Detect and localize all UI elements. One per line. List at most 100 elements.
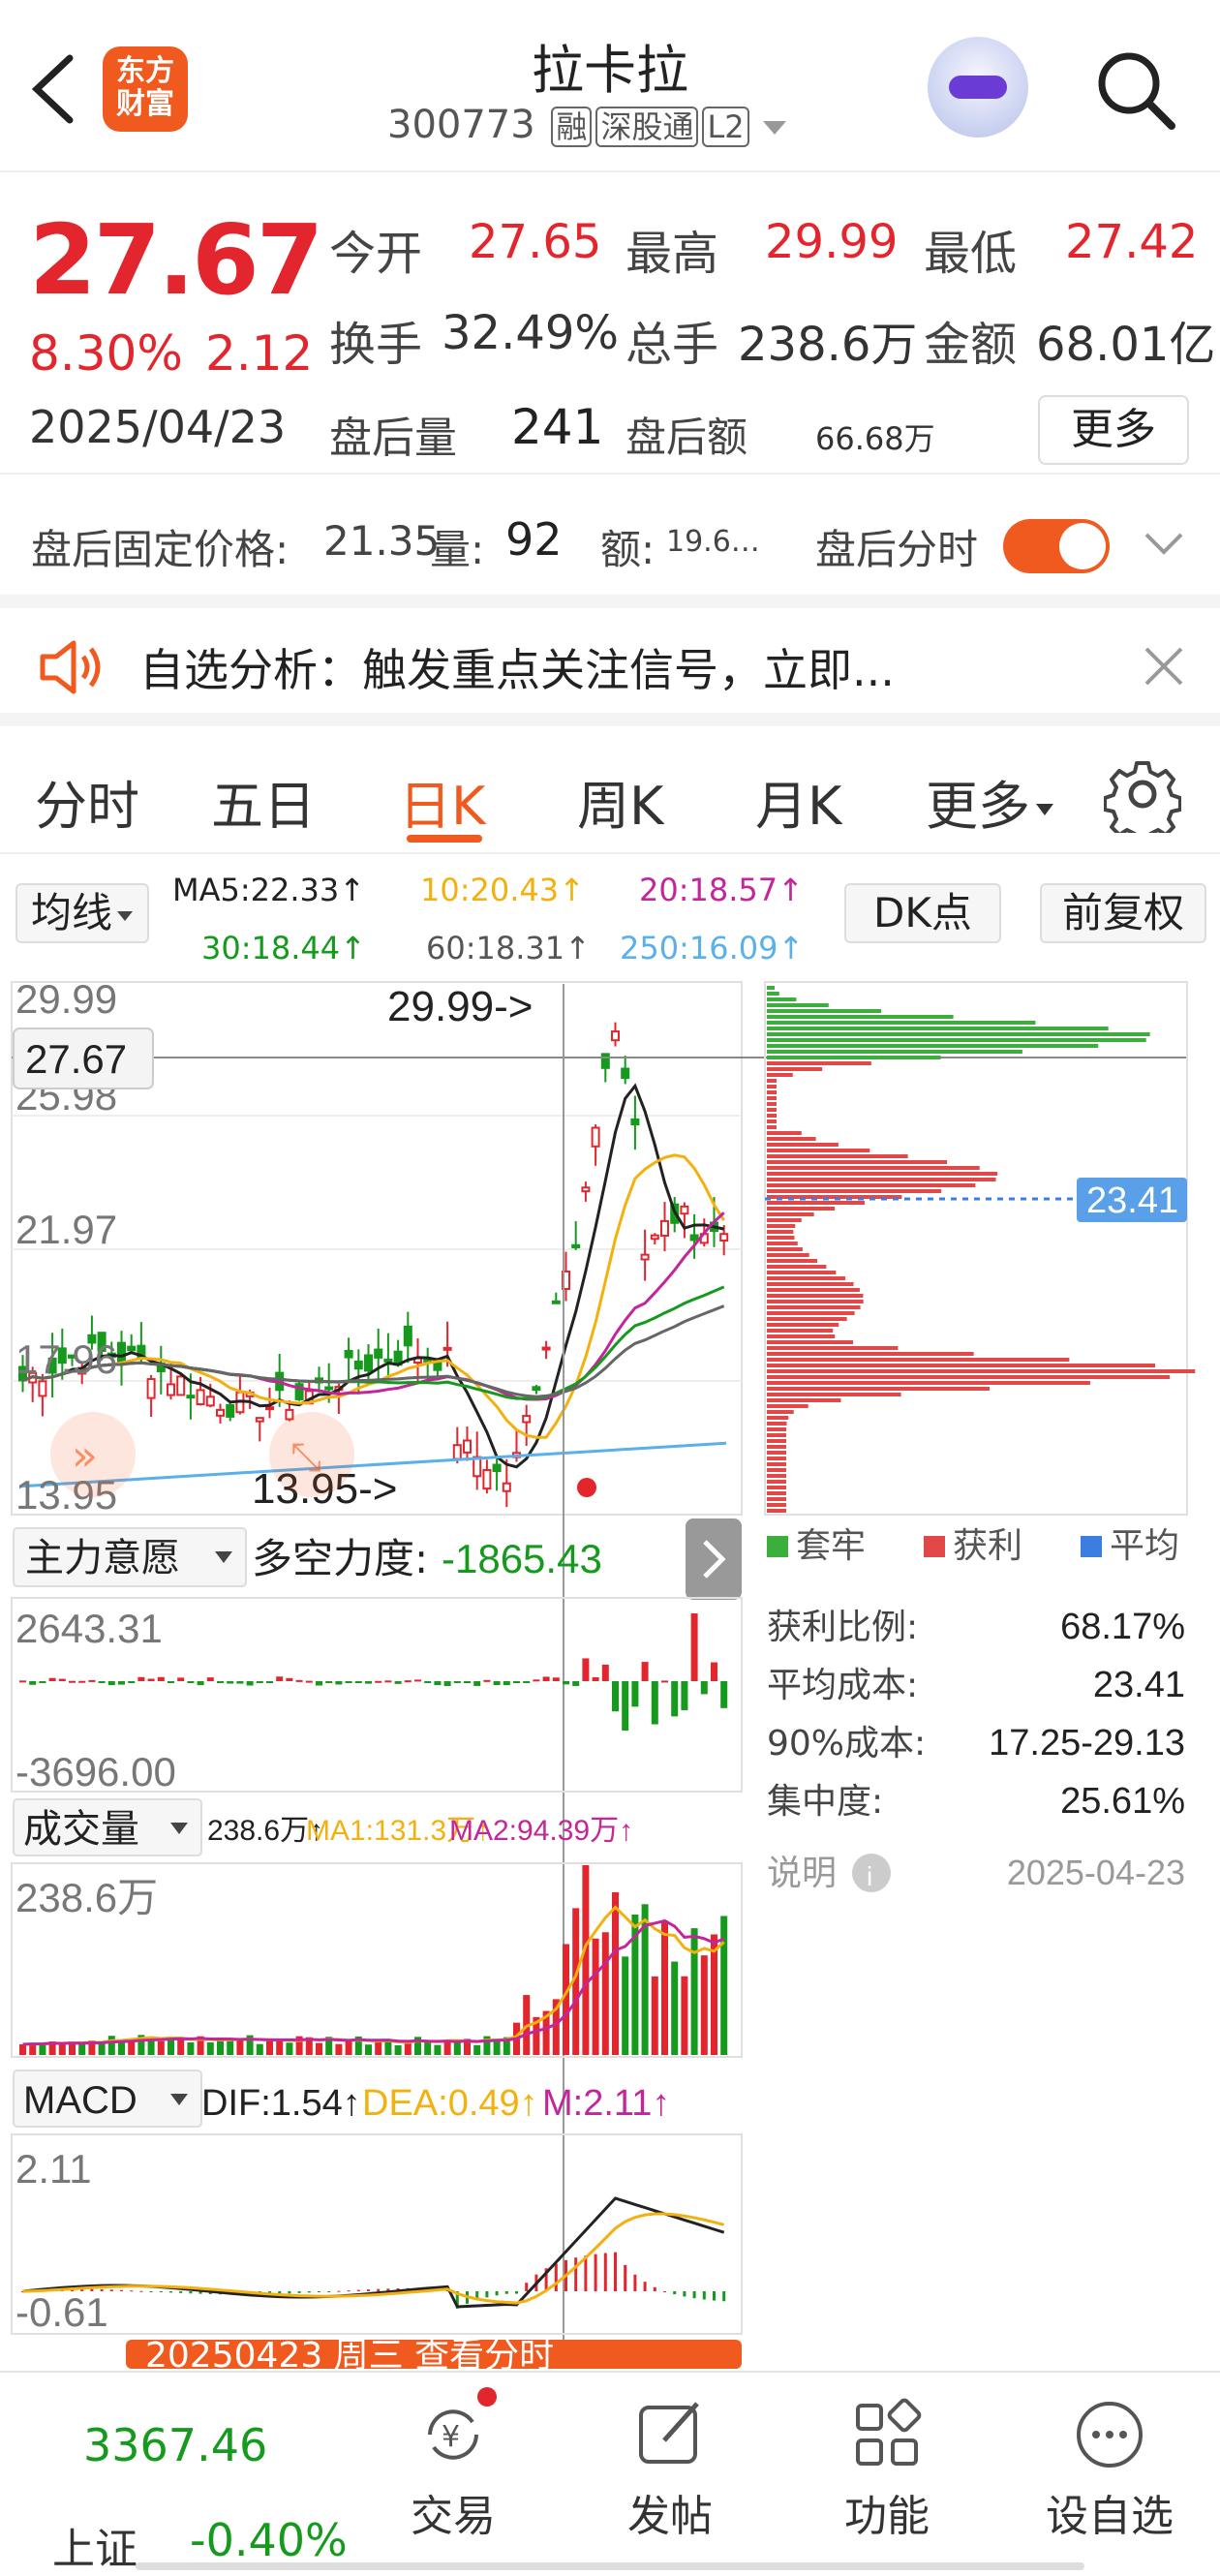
macd-bar bbox=[603, 2253, 607, 2291]
chip-bar bbox=[767, 1393, 901, 1396]
quote-date: 2025/04/23 bbox=[29, 401, 287, 453]
tab-five-day[interactable]: 五日 bbox=[211, 763, 316, 840]
gear-icon[interactable] bbox=[1104, 755, 1181, 833]
candle-body bbox=[660, 1219, 669, 1237]
volume-bar bbox=[651, 1976, 658, 2055]
ma30-label: 30:18.44↑ bbox=[201, 930, 366, 966]
macd-bar bbox=[120, 2289, 123, 2291]
chip-bar bbox=[767, 1259, 817, 1263]
fixed-price-value: 21.35 bbox=[323, 517, 441, 565]
nav-functions[interactable]: 功能 bbox=[809, 2373, 964, 2566]
main-force-bar bbox=[19, 1680, 26, 1683]
chip-bar bbox=[767, 1369, 1196, 1373]
chip-date: 2025-04-23 bbox=[1007, 1853, 1185, 1892]
main-force-bar bbox=[147, 1678, 155, 1681]
ma20-label: 20:18.57↑ bbox=[639, 872, 804, 908]
chip-note-label[interactable]: 说明 bbox=[767, 1854, 837, 1893]
amount-value: 68.01亿 bbox=[1036, 318, 1216, 372]
chevron-down-icon[interactable] bbox=[1143, 531, 1185, 558]
main-force-bar bbox=[197, 1681, 204, 1686]
speaker-icon bbox=[40, 640, 101, 694]
chip-bar bbox=[767, 1422, 787, 1426]
chip-bar bbox=[767, 1149, 870, 1152]
volume-bar bbox=[187, 2041, 195, 2055]
main-force-bar bbox=[256, 1681, 263, 1683]
volume-bar bbox=[681, 1976, 688, 2055]
chip-bar bbox=[767, 1352, 974, 1356]
macd-dea-line bbox=[22, 2212, 725, 2305]
chip-bar bbox=[767, 1032, 1150, 1036]
volume-indicator-label: 成交量 bbox=[23, 1807, 139, 1852]
after-time-toggle[interactable] bbox=[1003, 519, 1110, 573]
main-force-bar bbox=[137, 1676, 145, 1681]
chip-bar bbox=[767, 1137, 816, 1141]
macd-bar bbox=[307, 2291, 311, 2293]
tab-weekly-k[interactable]: 周K bbox=[577, 763, 663, 840]
candle-body bbox=[452, 1444, 462, 1460]
main-force-max: 2643.31 bbox=[15, 1606, 163, 1651]
chip-bar bbox=[767, 1027, 1109, 1030]
chip-bar bbox=[767, 1207, 836, 1211]
macd-bar bbox=[515, 2291, 518, 2294]
tab-monthly-k[interactable]: 月K bbox=[755, 763, 841, 840]
main-force-bar bbox=[286, 1677, 293, 1681]
macd-bar bbox=[367, 2289, 370, 2291]
volume-bar bbox=[365, 2044, 372, 2055]
assistant-robot-icon[interactable] bbox=[928, 37, 1028, 138]
macd-bar bbox=[584, 2255, 588, 2291]
close-icon[interactable] bbox=[1143, 645, 1185, 688]
volume-bar bbox=[690, 1928, 698, 2055]
candle-body bbox=[265, 1406, 274, 1411]
volume-value: 238.6万 bbox=[738, 318, 918, 372]
analysis-notice[interactable]: 自选分析：触发重点关注信号，立即... bbox=[0, 595, 1220, 726]
macd-bar bbox=[554, 2263, 558, 2291]
main-force-bar bbox=[128, 1681, 136, 1683]
index-value: 3367.46 bbox=[83, 2419, 268, 2471]
chip-bar bbox=[767, 1003, 829, 1007]
volume-ma2-line bbox=[22, 1918, 725, 2046]
ma-selector-button[interactable]: 均线 bbox=[15, 883, 149, 943]
chip-bar bbox=[767, 1474, 786, 1478]
chip-bar bbox=[767, 1480, 786, 1484]
volume-bar bbox=[384, 2041, 392, 2055]
search-icon[interactable] bbox=[1092, 46, 1179, 134]
main-force-bar bbox=[641, 1662, 649, 1681]
active-tab-indicator bbox=[407, 835, 482, 843]
dk-point-button[interactable]: DK点 bbox=[844, 883, 1001, 943]
main-force-bar bbox=[464, 1681, 471, 1683]
tab-daily-k[interactable]: 日K bbox=[399, 763, 485, 840]
macd-bar bbox=[653, 2286, 656, 2291]
main-force-bar bbox=[622, 1681, 629, 1731]
nav-post[interactable]: 发帖 bbox=[593, 2373, 747, 2566]
candle-body bbox=[423, 1358, 433, 1363]
macd-m: M:2.11↑ bbox=[542, 2083, 670, 2124]
nav-trade[interactable]: ¥ 交易 bbox=[376, 2373, 531, 2566]
main-force-bar bbox=[88, 1679, 96, 1682]
volume-bar bbox=[671, 1961, 679, 2055]
candle-body bbox=[630, 1118, 640, 1126]
chip-bar bbox=[767, 1096, 777, 1100]
change-percent: 8.30% bbox=[29, 325, 183, 382]
nav-add-watchlist[interactable]: 设自选 bbox=[1032, 2373, 1187, 2566]
stock-code-line[interactable]: 300773 融深股通 L2 bbox=[387, 103, 788, 147]
after-amount-label: 盘后额 bbox=[625, 414, 748, 461]
volume-label: 总手 bbox=[625, 318, 719, 372]
tab-intraday[interactable]: 分时 bbox=[35, 763, 139, 840]
candle-body bbox=[600, 1053, 610, 1069]
tab-more[interactable]: 更多 bbox=[926, 763, 1055, 840]
volume-bar bbox=[206, 2041, 214, 2055]
panel-arrow-button[interactable] bbox=[686, 1518, 742, 1600]
legend-trapped: 套牢 bbox=[796, 1526, 866, 1566]
dropdown-triangle-icon[interactable] bbox=[761, 117, 788, 137]
chip-bar bbox=[767, 1317, 847, 1321]
main-force-bar bbox=[453, 1681, 461, 1683]
stat-label-concentration: 集中度: bbox=[767, 1782, 883, 1822]
macd-bar bbox=[179, 2291, 183, 2293]
chip-bar bbox=[767, 1056, 941, 1059]
kline-svg[interactable]: 29.99 25.98 21.97 17.96 13.95 27.67 29.9… bbox=[0, 974, 1220, 2376]
adjust-mode-button[interactable]: 前复权 bbox=[1040, 883, 1206, 943]
more-button[interactable]: 更多 bbox=[1038, 395, 1189, 465]
main-force-bar bbox=[720, 1681, 728, 1708]
chip-bar bbox=[767, 997, 797, 1001]
macd-bar bbox=[485, 2291, 489, 2298]
